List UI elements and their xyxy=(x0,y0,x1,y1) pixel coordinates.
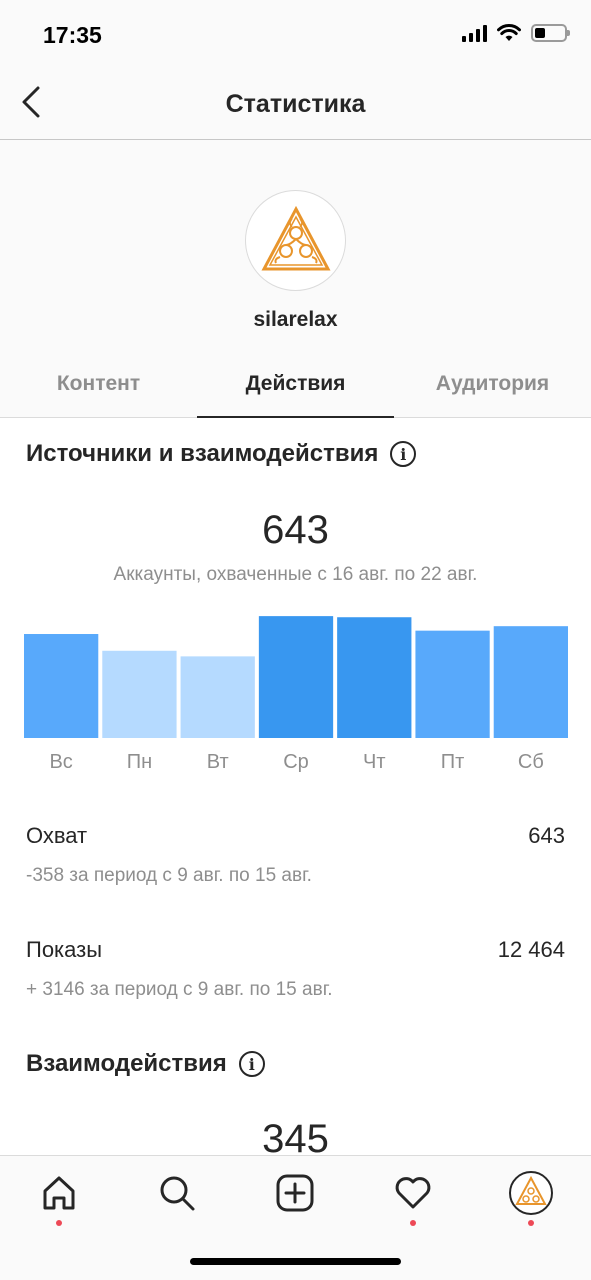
tab-audience-label: Аудитория xyxy=(435,372,550,395)
metric-impressions-value: 12 464 xyxy=(497,937,565,962)
profile-section: silarelax Контент Действия Аудитория xyxy=(0,140,591,418)
notification-dot xyxy=(528,1220,534,1226)
sources-caption: Аккаунты, охваченные с 16 авг. по 22 авг… xyxy=(113,564,478,585)
status-icons xyxy=(462,24,570,42)
info-icon[interactable]: i xyxy=(390,441,417,467)
tab-actions[interactable]: Действия xyxy=(197,360,394,418)
triangle-leaf-logo-icon xyxy=(261,205,330,270)
interactions-section-title: Взаимодействия i xyxy=(26,1050,265,1078)
status-bar: 17:35 xyxy=(0,0,591,70)
nav-add-post[interactable] xyxy=(270,1168,320,1218)
notification-dot xyxy=(56,1220,62,1226)
avatar[interactable] xyxy=(245,190,346,291)
nav-home[interactable] xyxy=(34,1168,84,1226)
interactions-title-text: Взаимодействия xyxy=(26,1050,227,1077)
status-time: 17:35 xyxy=(43,22,102,48)
notification-dot xyxy=(410,1220,416,1226)
chart-bar-Пт[interactable] xyxy=(415,630,490,738)
tab-actions-label: Действия xyxy=(245,372,346,395)
chart-tick-label: Сб xyxy=(518,751,544,773)
chart-tick-label: Ср xyxy=(283,751,309,773)
metric-reach-change: -358 за период с 9 авг. по 15 авг. xyxy=(26,865,312,886)
metric-impressions-change: + 3146 за период с 9 авг. по 15 авг. xyxy=(26,979,333,1000)
add-post-icon xyxy=(276,1174,314,1212)
tab-bar: Контент Действия Аудитория xyxy=(0,360,591,418)
chart-bar-Сб[interactable] xyxy=(493,626,568,738)
sources-section-title: Источники и взаимодействия i xyxy=(26,440,417,468)
search-icon xyxy=(160,1176,195,1211)
battery-level xyxy=(535,28,545,38)
home-indicator xyxy=(190,1258,401,1265)
cellular-signal-icon xyxy=(462,24,487,42)
chart-bar-Вт[interactable] xyxy=(180,656,255,738)
nav-search[interactable] xyxy=(152,1168,202,1218)
profile-avatar-icon xyxy=(509,1171,553,1215)
username: silarelax xyxy=(253,308,338,331)
chart-bar-Чт[interactable] xyxy=(337,617,412,738)
nav-activity[interactable] xyxy=(388,1168,438,1226)
metric-reach-label: Охват xyxy=(26,823,88,848)
metric-impressions: Показы 12 464 + 3146 за период с 9 авг. … xyxy=(26,937,565,1001)
chart-tick-label: Вт xyxy=(207,751,229,773)
sources-title-text: Источники и взаимодействия xyxy=(26,440,379,467)
info-icon[interactable]: i xyxy=(238,1051,265,1077)
chart-tick-label: Пт xyxy=(441,751,465,773)
sources-total: 643 xyxy=(262,508,329,552)
header: Статистика xyxy=(0,70,591,140)
nav-profile[interactable] xyxy=(506,1168,556,1226)
chart-tick-label: Вс xyxy=(49,751,72,773)
tab-content[interactable]: Контент xyxy=(0,360,197,417)
reach-bar-chart: Вс Пн Вт Ср Чт Пт Сб xyxy=(24,616,568,773)
chart-tick-label: Пн xyxy=(127,751,152,773)
tab-audience[interactable]: Аудитория xyxy=(394,360,591,417)
home-icon xyxy=(43,1176,75,1210)
metric-impressions-label: Показы xyxy=(26,937,103,962)
chart-bar-Пн[interactable] xyxy=(102,650,177,738)
chart-bar-Ср[interactable] xyxy=(258,616,334,738)
metric-reach: Охват 643 -358 за период с 9 авг. по 15 … xyxy=(26,823,565,887)
heart-icon xyxy=(395,1177,431,1209)
chart-tick-label: Чт xyxy=(363,751,386,773)
tab-content-label: Контент xyxy=(56,372,141,395)
wifi-icon xyxy=(497,24,521,41)
battery-icon xyxy=(531,24,570,42)
chart-bar-Вс[interactable] xyxy=(24,634,99,738)
metric-reach-value: 643 xyxy=(528,823,565,848)
page-title: Статистика xyxy=(225,90,366,118)
